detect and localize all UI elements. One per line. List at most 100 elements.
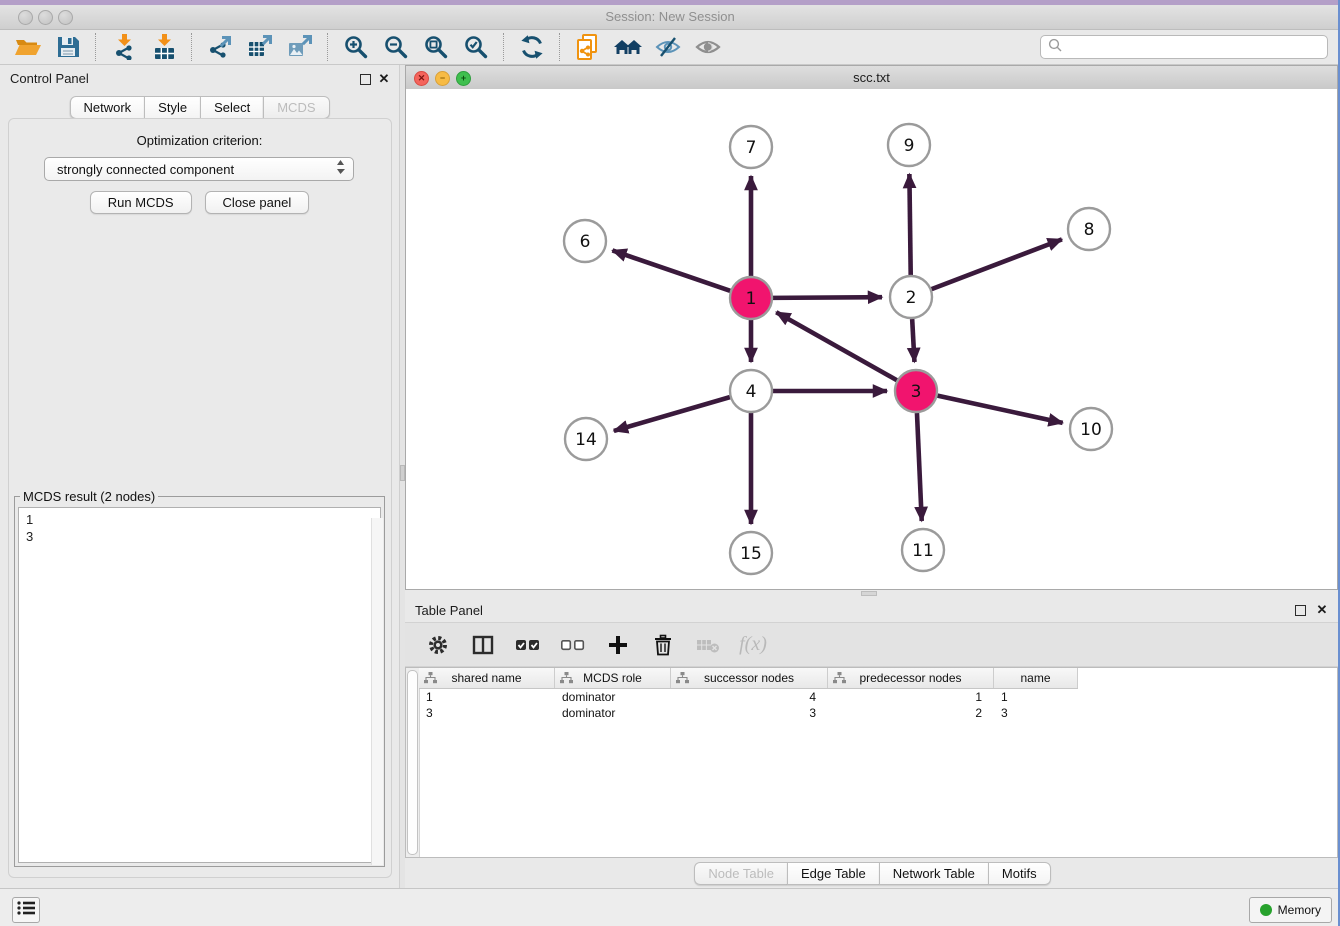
main-titlebar: Session: New Session bbox=[0, 5, 1340, 30]
refresh-button[interactable] bbox=[512, 31, 552, 63]
panel-splitter-horizontal[interactable] bbox=[405, 590, 1340, 597]
graph-node-2[interactable]: 2 bbox=[890, 276, 932, 318]
clear-checkboxes-button[interactable] bbox=[558, 630, 588, 660]
result-scrollbar[interactable] bbox=[371, 518, 383, 865]
table-panel-float-icon[interactable] bbox=[1294, 604, 1306, 616]
tab-mcds[interactable]: MCDS bbox=[263, 96, 329, 119]
run-mcds-button[interactable]: Run MCDS bbox=[90, 191, 192, 214]
graph-edge-2-9[interactable] bbox=[909, 174, 910, 275]
column-header-mcds-role[interactable]: MCDS role bbox=[555, 668, 671, 688]
optimization-criterion-select[interactable]: strongly connected component bbox=[44, 157, 354, 181]
memory-label: Memory bbox=[1278, 903, 1321, 917]
graph-edge-1-6[interactable] bbox=[612, 250, 730, 290]
graph-node-7[interactable]: 7 bbox=[730, 126, 772, 168]
node-table: shared nameMCDS rolesuccessor nodesprede… bbox=[405, 667, 1338, 858]
table-cell[interactable]: 2 bbox=[828, 705, 994, 721]
search-box[interactable] bbox=[1040, 35, 1328, 59]
table-row[interactable]: 3dominator323 bbox=[419, 705, 1078, 721]
graph-edge-4-14[interactable] bbox=[614, 397, 730, 431]
add-column-button[interactable] bbox=[603, 630, 633, 660]
table-cell[interactable]: 1 bbox=[828, 689, 994, 705]
tab-select[interactable]: Select bbox=[200, 96, 263, 119]
settings-gear-button[interactable] bbox=[423, 630, 453, 660]
tab-style[interactable]: Style bbox=[144, 96, 200, 119]
table-cell[interactable]: dominator bbox=[555, 689, 671, 705]
table-tabs: Node TableEdge TableNetwork TableMotifs bbox=[694, 862, 1050, 885]
list-icon bbox=[17, 900, 35, 921]
mcds-result-text[interactable]: 1 3 bbox=[18, 507, 381, 863]
homes-button[interactable] bbox=[608, 31, 648, 63]
column-header-name[interactable]: name bbox=[994, 668, 1078, 688]
splitter-grip[interactable] bbox=[861, 591, 877, 596]
export-table-button[interactable] bbox=[240, 31, 280, 63]
graph-node-11[interactable]: 11 bbox=[902, 529, 944, 571]
save-session-button[interactable] bbox=[48, 31, 88, 63]
show-hidden-button[interactable] bbox=[688, 31, 728, 63]
graph-edge-2-3[interactable] bbox=[912, 319, 914, 362]
graph-node-15[interactable]: 15 bbox=[730, 532, 772, 574]
tab-node-table[interactable]: Node Table bbox=[694, 862, 787, 885]
graph-node-10[interactable]: 10 bbox=[1070, 408, 1112, 450]
graph-node-4[interactable]: 4 bbox=[730, 370, 772, 412]
tree-icon bbox=[676, 672, 689, 687]
graph-node-9[interactable]: 9 bbox=[888, 124, 930, 166]
tab-network-table[interactable]: Network Table bbox=[879, 862, 988, 885]
graph-node-8[interactable]: 8 bbox=[1068, 208, 1110, 250]
control-panel-tabs: NetworkStyleSelectMCDS bbox=[69, 96, 329, 119]
zoom-selected-button[interactable] bbox=[456, 31, 496, 63]
delete-column-button[interactable] bbox=[648, 630, 678, 660]
table-cell[interactable]: 1 bbox=[994, 689, 1078, 705]
new-network-from-selection-button[interactable] bbox=[568, 31, 608, 63]
table-panel: Table Panel ✕ f(x) shared nameMCDS roles… bbox=[405, 597, 1340, 888]
control-panel-close-icon[interactable]: ✕ bbox=[378, 73, 390, 85]
table-cell[interactable]: 3 bbox=[994, 705, 1078, 721]
zoom-fit-button[interactable] bbox=[416, 31, 456, 63]
graph-edge-2-8[interactable] bbox=[932, 239, 1062, 289]
table-panel-close-icon[interactable]: ✕ bbox=[1316, 604, 1328, 616]
column-header-successor-nodes[interactable]: successor nodes bbox=[671, 668, 828, 688]
network-graph[interactable]: 7 9 6 8 1 2 4 3 14 10 15 11 bbox=[406, 89, 1337, 589]
mcds-result-group: MCDS result (2 nodes) 1 3 bbox=[14, 489, 385, 867]
task-history-button[interactable] bbox=[12, 897, 40, 923]
tab-motifs[interactable]: Motifs bbox=[988, 862, 1051, 885]
tab-network[interactable]: Network bbox=[69, 96, 144, 119]
graph-node-6[interactable]: 6 bbox=[564, 220, 606, 262]
memory-button[interactable]: Memory bbox=[1249, 897, 1332, 923]
open-session-button[interactable] bbox=[8, 31, 48, 63]
table-cell[interactable]: 3 bbox=[419, 705, 555, 721]
column-header-shared-name[interactable]: shared name bbox=[419, 668, 555, 688]
svg-text:15: 15 bbox=[740, 544, 762, 564]
table-scrollbar[interactable] bbox=[406, 668, 420, 857]
graph-edge-1-2[interactable] bbox=[773, 297, 882, 298]
zoom-out-button[interactable] bbox=[376, 31, 416, 63]
control-panel-float-icon[interactable] bbox=[359, 73, 371, 85]
graph-edge-3-10[interactable] bbox=[937, 396, 1062, 423]
graph-edge-3-11[interactable] bbox=[917, 413, 922, 521]
table-header-row: shared nameMCDS rolesuccessor nodesprede… bbox=[419, 668, 1078, 689]
svg-text:3: 3 bbox=[911, 382, 922, 402]
zoom-in-button[interactable] bbox=[336, 31, 376, 63]
graph-edge-3-1[interactable] bbox=[776, 312, 897, 380]
graph-node-14[interactable]: 14 bbox=[565, 418, 607, 460]
import-table-button[interactable] bbox=[144, 31, 184, 63]
table-cell[interactable]: 3 bbox=[671, 705, 828, 721]
export-image-button[interactable] bbox=[280, 31, 320, 63]
table-row[interactable]: 1dominator411 bbox=[419, 689, 1078, 705]
network-view-window: ✕−+ scc.txt 7968124314101511 bbox=[405, 65, 1338, 590]
graph-node-1[interactable]: 1 bbox=[730, 277, 772, 319]
network-canvas[interactable]: 7 9 6 8 1 2 4 3 14 10 15 11 bbox=[406, 89, 1337, 589]
hide-selected-button[interactable] bbox=[648, 31, 688, 63]
export-network-button[interactable] bbox=[200, 31, 240, 63]
scrollbar-thumb[interactable] bbox=[407, 670, 418, 855]
graph-node-3[interactable]: 3 bbox=[895, 370, 937, 412]
search-input[interactable] bbox=[1067, 39, 1327, 56]
table-cell[interactable]: 4 bbox=[671, 689, 828, 705]
tab-edge-table[interactable]: Edge Table bbox=[787, 862, 879, 885]
table-cell[interactable]: dominator bbox=[555, 705, 671, 721]
table-cell[interactable]: 1 bbox=[419, 689, 555, 705]
close-panel-button[interactable]: Close panel bbox=[205, 191, 310, 214]
select-all-checkboxes-button[interactable] bbox=[513, 630, 543, 660]
column-header-predecessor-nodes[interactable]: predecessor nodes bbox=[828, 668, 994, 688]
split-view-button[interactable] bbox=[468, 630, 498, 660]
import-network-button[interactable] bbox=[104, 31, 144, 63]
